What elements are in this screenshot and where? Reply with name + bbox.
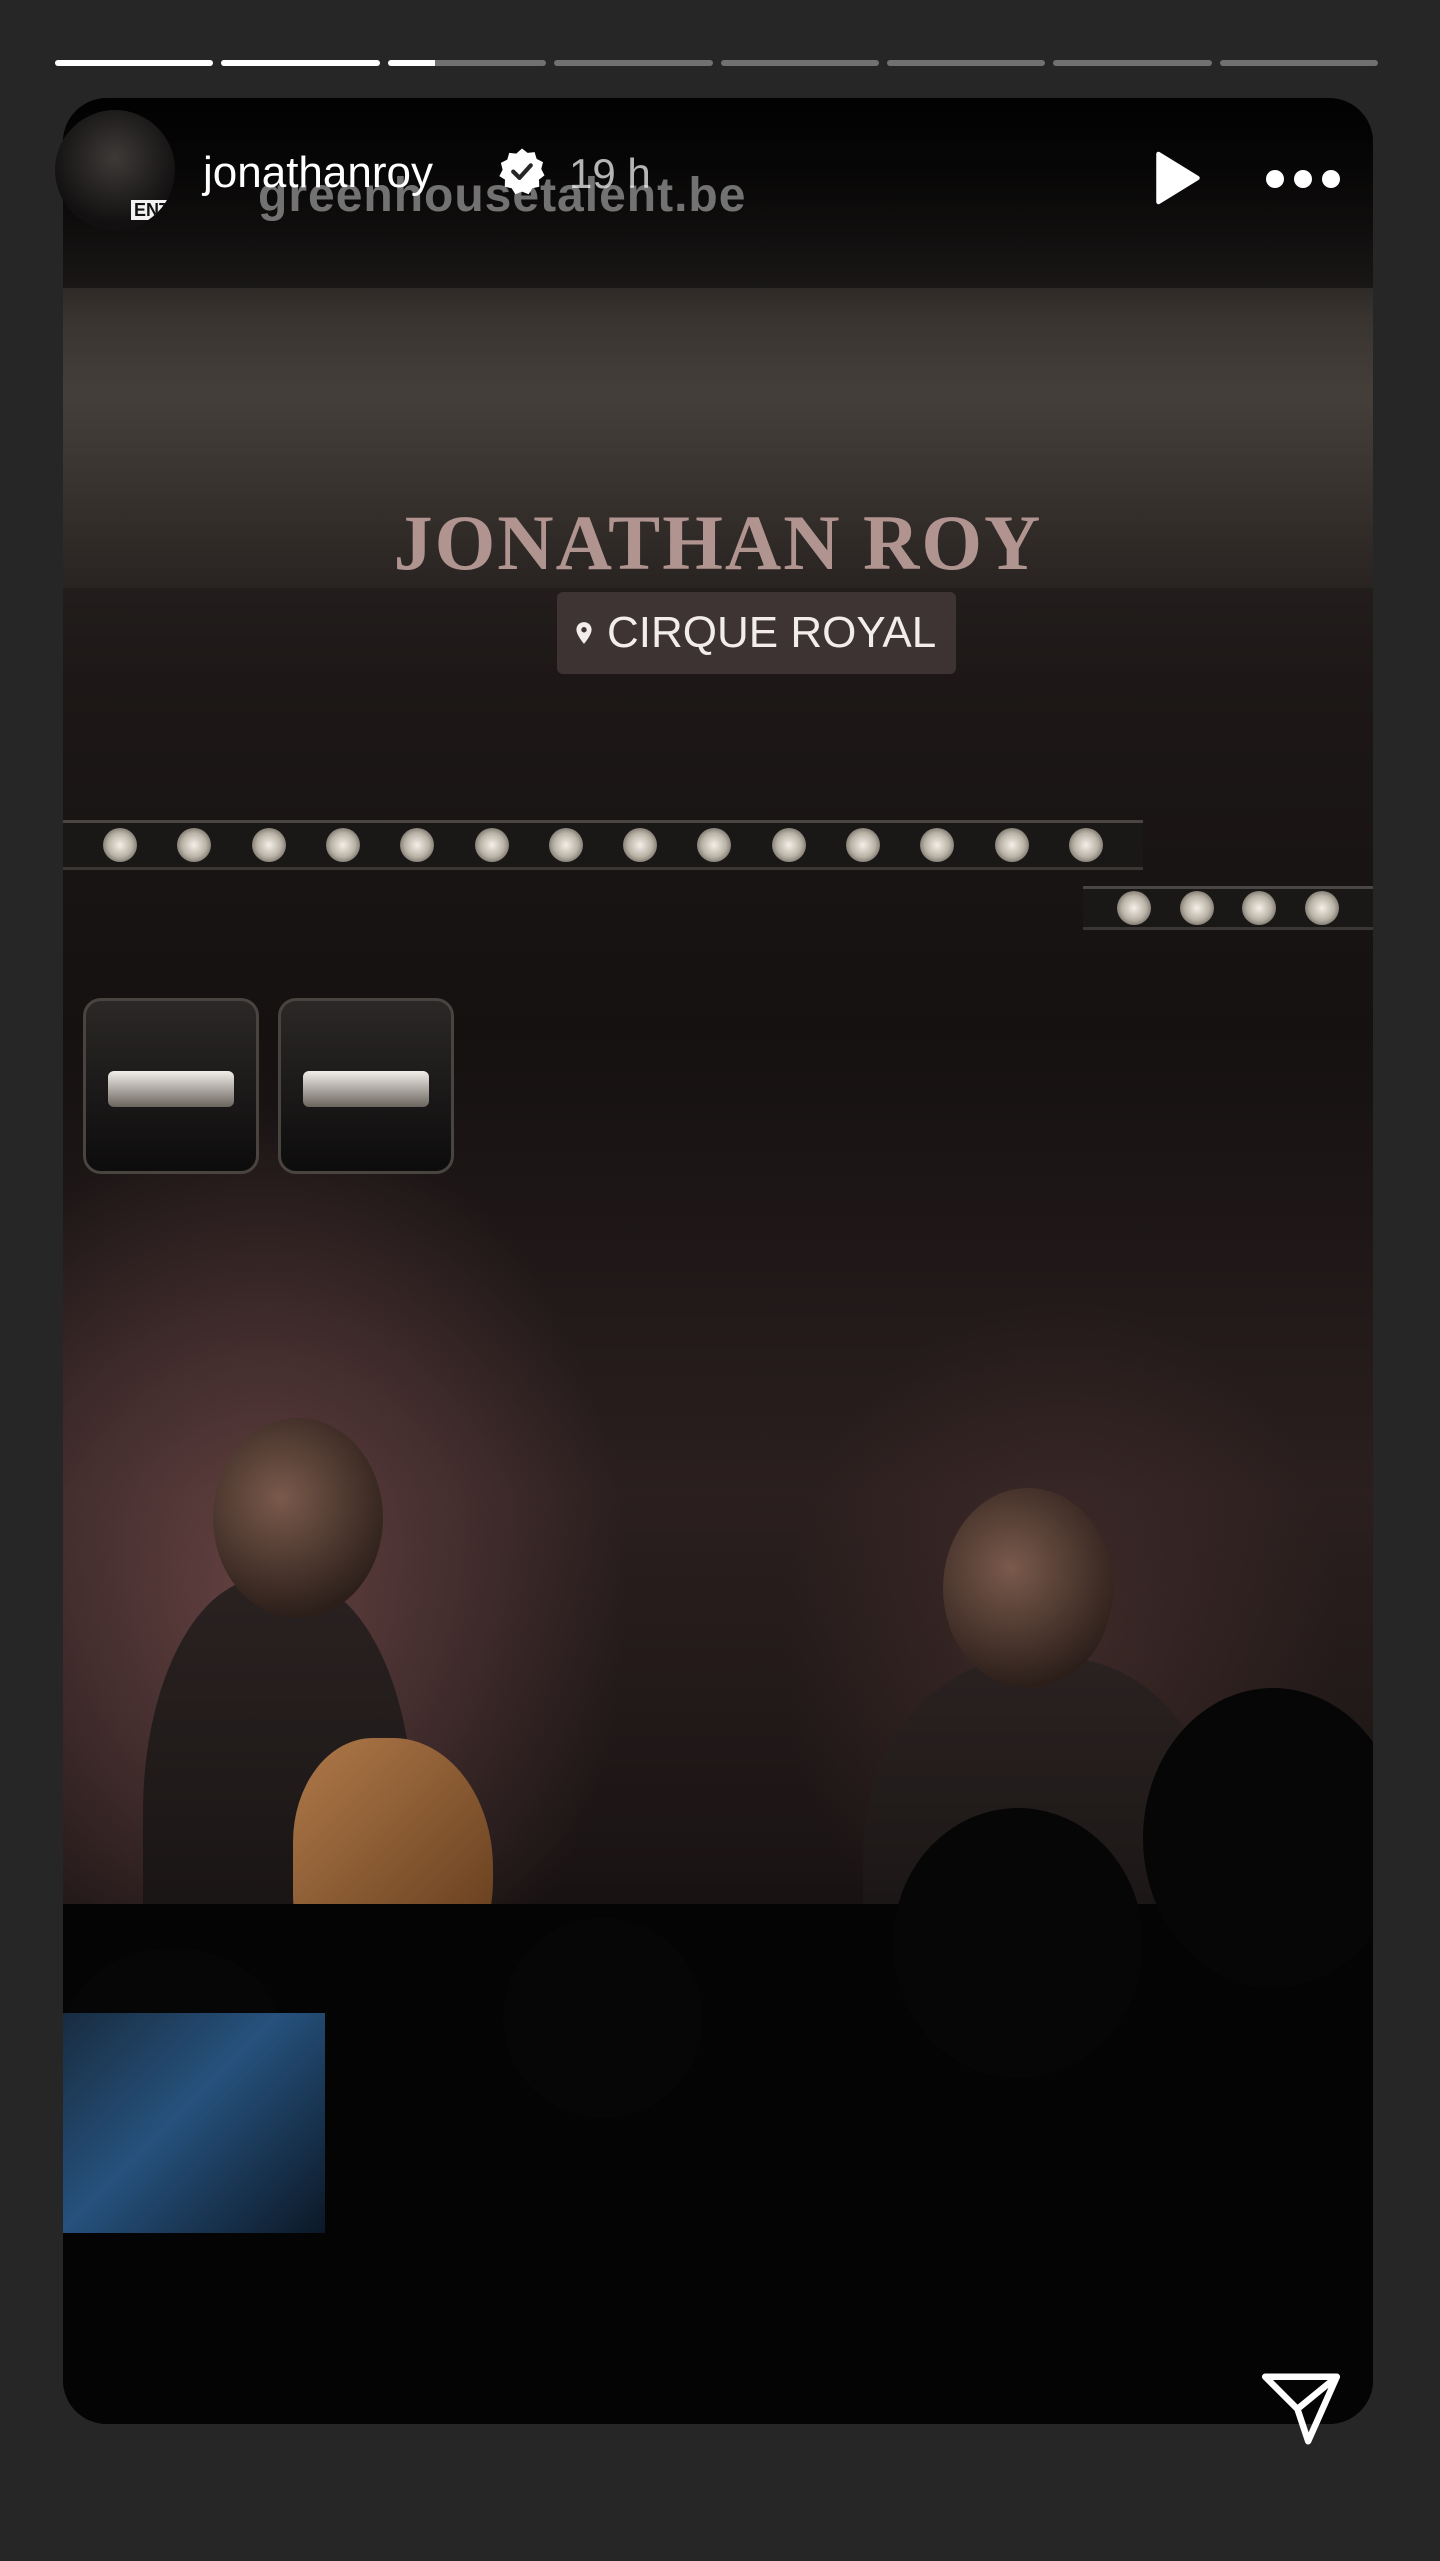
progress-segment (720, 60, 879, 66)
stage-light-center (278, 998, 454, 1174)
progress-segment (554, 60, 713, 66)
crowd-head (503, 1918, 703, 2118)
location-label: CIRQUE ROYAL (607, 608, 937, 657)
avatar[interactable]: ENT (55, 110, 175, 230)
progress-segment (886, 60, 1046, 66)
username[interactable]: jonathanroy (203, 148, 433, 198)
light-truss (63, 820, 1143, 870)
progress-segment (221, 60, 380, 66)
audience-phone-screen (63, 2013, 325, 2233)
singer-head (943, 1488, 1113, 1688)
stage-light-left (83, 998, 259, 1174)
guitarist-head (213, 1418, 383, 1618)
progress-segment (55, 60, 214, 66)
story-viewer: JONATHAN ROY CIRQUE ROYAL greenhousetale… (0, 0, 1440, 2561)
story-timestamp: 19 h (569, 150, 651, 197)
crowd-head (893, 1808, 1143, 2078)
avatar-tag: ENT (131, 200, 173, 220)
more-options-icon[interactable] (1263, 164, 1343, 194)
progress-segment (1219, 60, 1378, 66)
location-sticker[interactable]: CIRQUE ROYAL (557, 592, 957, 674)
play-icon[interactable] (1145, 148, 1205, 208)
light-truss-right (1083, 886, 1373, 930)
send-icon[interactable] (1258, 2366, 1344, 2452)
progress-segment (1053, 60, 1212, 66)
story-header: ENT jonathanroy 19 h (55, 110, 1373, 230)
story-progress-bar (55, 60, 1378, 66)
story-content[interactable]: JONATHAN ROY CIRQUE ROYAL greenhousetale… (63, 98, 1373, 2424)
progress-segment (387, 60, 547, 66)
location-pin-icon (576, 622, 592, 644)
verified-badge-icon (499, 148, 545, 195)
story-text-overlay: JONATHAN ROY (393, 499, 1043, 586)
